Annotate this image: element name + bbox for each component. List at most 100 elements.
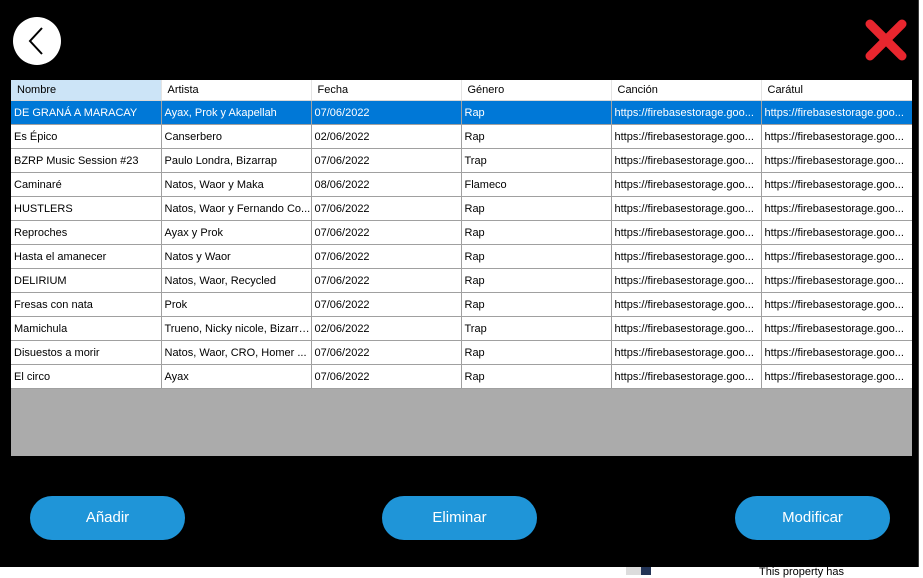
table-row[interactable]: Disuestos a morir Natos, Waor, CRO, Homer… <box>11 340 912 365</box>
cell-genero[interactable]: Trap <box>461 148 612 173</box>
column-header-nombre[interactable]: Nombre <box>11 80 162 101</box>
table-row[interactable]: Es Épico Canserbero 02/06/2022 Rap https://f… <box>11 124 912 149</box>
cell-cancion[interactable]: https://firebasestorage.goo... <box>611 172 762 197</box>
cell-artista[interactable]: Prok <box>161 292 312 317</box>
cell-artista[interactable]: Ayax y Prok <box>161 220 312 245</box>
table-row[interactable]: Mamichula Trueno, Nicky nicole, Bizarrap 0… <box>11 316 912 341</box>
table-row[interactable]: DE GRANÁ A MARACAY Ayax, Prok y Akapellah… <box>11 100 912 125</box>
cell-nombre[interactable]: Fresas con nata <box>11 292 162 317</box>
cell-fecha[interactable]: 07/06/2022 <box>311 148 462 173</box>
cell-cancion[interactable]: https://firebasestorage.goo... <box>611 292 762 317</box>
cell-caratula[interactable]: https://firebasestorage.goo... <box>761 340 912 365</box>
cell-artista[interactable]: Natos, Waor, Recycled <box>161 268 312 293</box>
table-row[interactable]: HUSTLERS Natos, Waor y Fernando Co... 07/0… <box>11 196 912 221</box>
cell-fecha[interactable]: 07/06/2022 <box>311 292 462 317</box>
cell-fecha[interactable]: 07/06/2022 <box>311 268 462 293</box>
cell-nombre[interactable]: Es Épico <box>11 124 162 149</box>
cell-cancion[interactable]: https://firebasestorage.goo... <box>611 100 762 125</box>
column-header-caratula[interactable]: Carátul <box>761 80 912 101</box>
cell-artista[interactable]: Natos, Waor, CRO, Homer ... <box>161 340 312 365</box>
cell-caratula[interactable]: https://firebasestorage.goo... <box>761 292 912 317</box>
cell-artista[interactable]: Paulo Londra, Bizarrap <box>161 148 312 173</box>
cell-artista[interactable]: Natos, Waor y Fernando Co... <box>161 196 312 221</box>
cell-nombre[interactable]: HUSTLERS <box>11 196 162 221</box>
cell-cancion[interactable]: https://firebasestorage.goo... <box>611 220 762 245</box>
cell-caratula[interactable]: https://firebasestorage.goo... <box>761 196 912 221</box>
table-row[interactable]: DELIRIUM Natos, Waor, Recycled 07/06/2022 R… <box>11 268 912 293</box>
cell-cancion[interactable]: https://firebasestorage.goo... <box>611 196 762 221</box>
cell-genero[interactable]: Rap <box>461 196 612 221</box>
cell-cancion[interactable]: https://firebasestorage.goo... <box>611 340 762 365</box>
table-row[interactable]: Caminaré Natos, Waor y Maka 08/06/2022 Flam… <box>11 172 912 197</box>
modify-button[interactable]: Modificar <box>735 496 890 540</box>
cell-nombre[interactable]: Caminaré <box>11 172 162 197</box>
table-body: DE GRANÁ A MARACAY Ayax, Prok y Akapellah… <box>11 100 912 389</box>
cell-fecha[interactable]: 07/06/2022 <box>311 196 462 221</box>
cell-fecha[interactable]: 02/06/2022 <box>311 316 462 341</box>
cell-cancion[interactable]: https://firebasestorage.goo... <box>611 364 762 389</box>
cell-fecha[interactable]: 02/06/2022 <box>311 124 462 149</box>
cell-cancion[interactable]: https://firebasestorage.goo... <box>611 148 762 173</box>
cell-fecha[interactable]: 07/06/2022 <box>311 100 462 125</box>
table-row[interactable]: Fresas con nata Prok 07/06/2022 Rap https://… <box>11 292 912 317</box>
cell-artista[interactable]: Canserbero <box>161 124 312 149</box>
cell-artista[interactable]: Natos, Waor y Maka <box>161 172 312 197</box>
cell-artista[interactable]: Trueno, Nicky nicole, Bizarrap <box>161 316 312 341</box>
close-x-icon <box>865 19 907 61</box>
songs-window: Nombre Artista Fecha Género Canción Cará… <box>0 0 919 567</box>
delete-button[interactable]: Eliminar <box>382 496 537 540</box>
add-button[interactable]: Añadir <box>30 496 185 540</box>
cell-artista[interactable]: Ayax, Prok y Akapellah <box>161 100 312 125</box>
table-header-row: Nombre Artista Fecha Género Canción Cará… <box>11 80 912 101</box>
cell-artista[interactable]: Ayax <box>161 364 312 389</box>
cell-nombre[interactable]: BZRP Music Session #23 <box>11 148 162 173</box>
cell-artista[interactable]: Natos y Waor <box>161 244 312 269</box>
table-row[interactable]: El circo Ayax 07/06/2022 Rap https://firebas… <box>11 364 912 389</box>
songs-data-grid[interactable]: Nombre Artista Fecha Género Canción Cará… <box>11 80 912 456</box>
close-button[interactable] <box>862 18 910 62</box>
cell-nombre[interactable]: DE GRANÁ A MARACAY <box>11 100 162 125</box>
cell-genero[interactable]: Rap <box>461 100 612 125</box>
table-row[interactable]: Hasta el amanecer Natos y Waor 07/06/2022 R… <box>11 244 912 269</box>
cell-fecha[interactable]: 07/06/2022 <box>311 244 462 269</box>
cell-cancion[interactable]: https://firebasestorage.goo... <box>611 244 762 269</box>
cell-cancion[interactable]: https://firebasestorage.goo... <box>611 316 762 341</box>
cell-cancion[interactable]: https://firebasestorage.goo... <box>611 268 762 293</box>
cell-genero[interactable]: Rap <box>461 220 612 245</box>
cell-cancion[interactable]: https://firebasestorage.goo... <box>611 124 762 149</box>
cell-caratula[interactable]: https://firebasestorage.goo... <box>761 148 912 173</box>
cell-caratula[interactable]: https://firebasestorage.goo... <box>761 124 912 149</box>
cell-nombre[interactable]: Mamichula <box>11 316 162 341</box>
cell-caratula[interactable]: https://firebasestorage.goo... <box>761 364 912 389</box>
table-row[interactable]: Reproches Ayax y Prok 07/06/2022 Rap https:/… <box>11 220 912 245</box>
cell-caratula[interactable]: https://firebasestorage.goo... <box>761 100 912 125</box>
cell-nombre[interactable]: El circo <box>11 364 162 389</box>
cell-fecha[interactable]: 07/06/2022 <box>311 220 462 245</box>
cell-nombre[interactable]: Reproches <box>11 220 162 245</box>
back-button[interactable] <box>13 17 61 65</box>
column-header-genero[interactable]: Género <box>461 80 612 101</box>
cell-caratula[interactable]: https://firebasestorage.goo... <box>761 244 912 269</box>
cell-genero[interactable]: Flameco <box>461 172 612 197</box>
column-header-cancion[interactable]: Canción <box>611 80 762 101</box>
table-row[interactable]: BZRP Music Session #23 Paulo Londra, Biza… <box>11 148 912 173</box>
cell-genero[interactable]: Rap <box>461 340 612 365</box>
cell-nombre[interactable]: DELIRIUM <box>11 268 162 293</box>
column-header-artista[interactable]: Artista <box>161 80 312 101</box>
cell-fecha[interactable]: 07/06/2022 <box>311 364 462 389</box>
cell-nombre[interactable]: Hasta el amanecer <box>11 244 162 269</box>
cell-genero[interactable]: Rap <box>461 124 612 149</box>
cell-caratula[interactable]: https://firebasestorage.goo... <box>761 220 912 245</box>
cell-caratula[interactable]: https://firebasestorage.goo... <box>761 316 912 341</box>
cell-fecha[interactable]: 07/06/2022 <box>311 340 462 365</box>
cell-genero[interactable]: Trap <box>461 316 612 341</box>
cell-genero[interactable]: Rap <box>461 244 612 269</box>
cell-genero[interactable]: Rap <box>461 268 612 293</box>
cell-nombre[interactable]: Disuestos a morir <box>11 340 162 365</box>
cell-caratula[interactable]: https://firebasestorage.goo... <box>761 268 912 293</box>
column-header-fecha[interactable]: Fecha <box>311 80 462 101</box>
cell-genero[interactable]: Rap <box>461 292 612 317</box>
cell-genero[interactable]: Rap <box>461 364 612 389</box>
cell-fecha[interactable]: 08/06/2022 <box>311 172 462 197</box>
cell-caratula[interactable]: https://firebasestorage.goo... <box>761 172 912 197</box>
